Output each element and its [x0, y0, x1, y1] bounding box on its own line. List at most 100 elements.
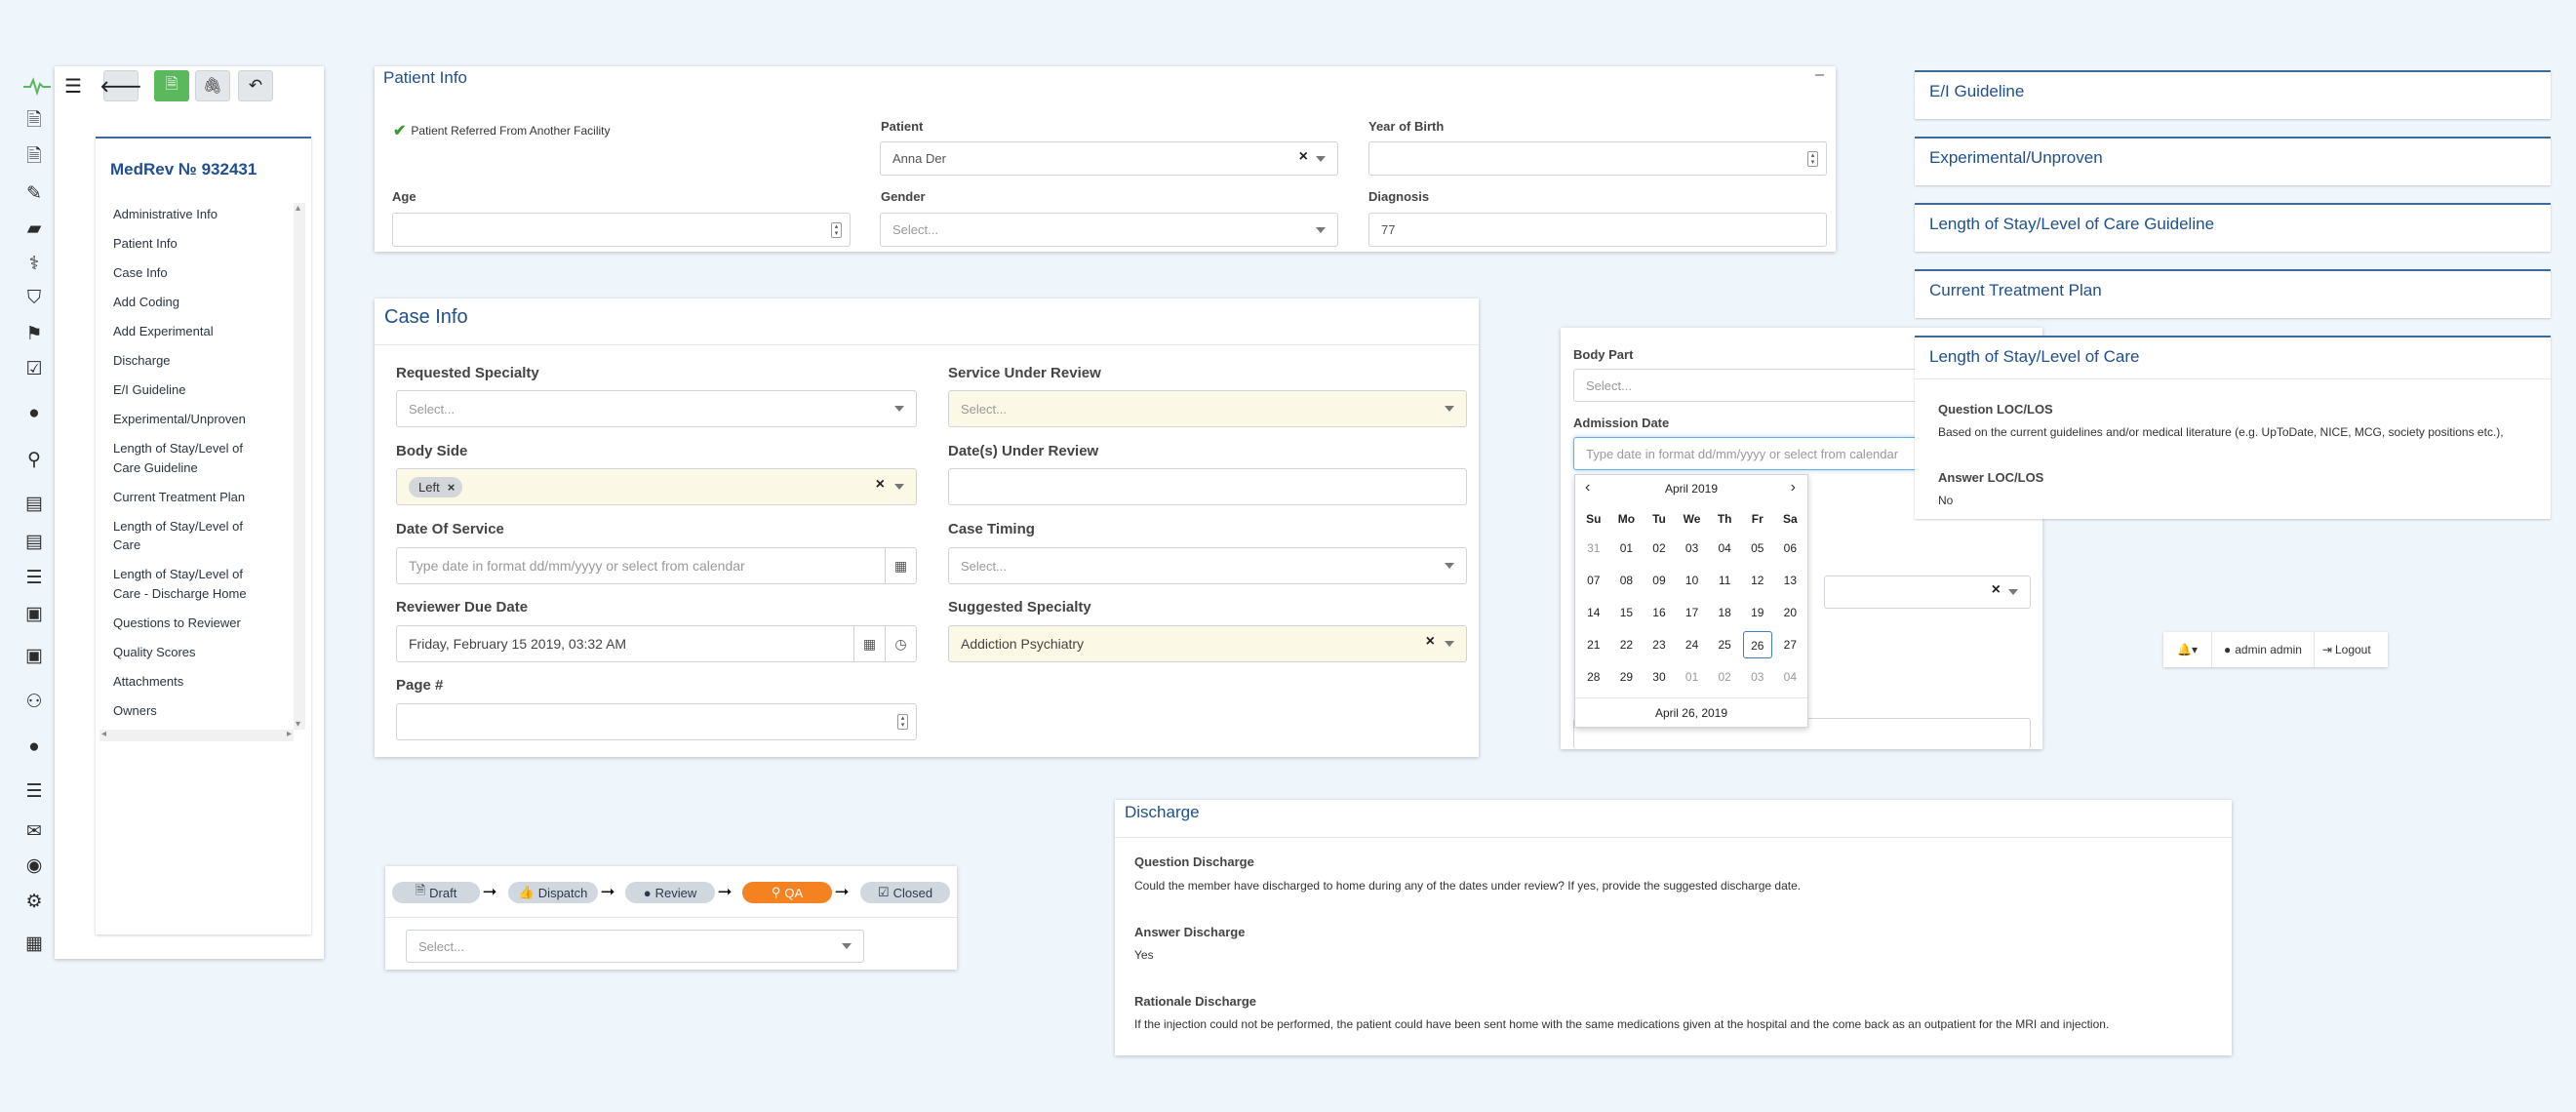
bell-icon[interactable]: 🔔▾: [2163, 632, 2212, 667]
body-side-select[interactable]: Left × ×: [396, 468, 917, 505]
calendar-day[interactable]: 25: [1708, 628, 1741, 660]
clear-specialty-icon[interactable]: ×: [1426, 633, 1435, 651]
calendar-day[interactable]: 01: [1676, 660, 1709, 693]
calendar-next[interactable]: ›: [1791, 479, 1796, 496]
admission-date-input[interactable]: Type date in format dd/mm/yyyy or select…: [1573, 437, 1944, 470]
inbox-icon[interactable]: ✉: [21, 819, 47, 843]
remove-tag-icon[interactable]: ×: [448, 480, 456, 495]
body-side-tag[interactable]: Left ×: [409, 476, 463, 497]
gender-select[interactable]: Select...: [880, 213, 1338, 247]
nav-los-discharge-line1[interactable]: Length of Stay/Level of: [113, 565, 289, 584]
stepper-icon[interactable]: ▴ ▾: [1807, 150, 1818, 167]
calendar-day[interactable]: 17: [1676, 596, 1709, 628]
calendar-day[interactable]: 02: [1708, 660, 1741, 693]
los-guideline-header[interactable]: Length of Stay/Level of Care Guideline: [1915, 203, 2551, 252]
ei-guideline-header[interactable]: E/I Guideline: [1915, 70, 2551, 119]
calendar-day[interactable]: 01: [1610, 532, 1644, 564]
nav-owners[interactable]: Owners: [113, 701, 289, 721]
calendar-day[interactable]: 21: [1577, 628, 1610, 660]
calendar-icon[interactable]: ▦: [885, 548, 916, 583]
calendar-day[interactable]: 03: [1741, 660, 1774, 693]
calendar-day[interactable]: 27: [1774, 628, 1807, 660]
nav-add-experimental[interactable]: Add Experimental: [113, 322, 289, 341]
step-dispatch[interactable]: 👍 Dispatch: [508, 882, 598, 903]
age-stepper-icon[interactable]: ▴ ▾: [831, 221, 842, 238]
nav-horizontal-scrollbar[interactable]: ◂ ▸: [99, 729, 294, 741]
calendar-day[interactable]: 22: [1610, 628, 1644, 660]
file-button[interactable]: 🗎: [154, 70, 189, 101]
chevron-down-icon[interactable]: [1316, 155, 1326, 162]
workflow-select[interactable]: Select...: [406, 930, 864, 963]
diagnosis-input[interactable]: 77: [1368, 213, 1827, 247]
calendar-day[interactable]: 29: [1610, 660, 1644, 693]
calendar-footer[interactable]: April 26, 2019: [1575, 697, 1807, 727]
dates-under-review-input[interactable]: [948, 468, 1467, 505]
nav-discharge[interactable]: Discharge: [113, 351, 289, 371]
scroll-up-icon[interactable]: ▴: [296, 203, 300, 214]
user-menu[interactable]: ● admin admin: [2212, 632, 2315, 667]
calendar-day[interactable]: 30: [1643, 660, 1676, 693]
globe-icon[interactable]: ◉: [21, 854, 47, 877]
stethoscope-icon[interactable]: ⚕: [21, 252, 47, 275]
age-input[interactable]: ▴ ▾: [392, 213, 851, 247]
nav-quality-scores[interactable]: Quality Scores: [113, 643, 289, 662]
scroll-right-icon[interactable]: ▸: [287, 729, 292, 739]
nav-questions-to-reviewer[interactable]: Questions to Reviewer: [113, 614, 289, 633]
nav-patient-info[interactable]: Patient Info: [113, 234, 289, 254]
chevron-down-icon[interactable]: [2008, 589, 2018, 595]
suggested-specialty-select[interactable]: Addiction Psychiatry ×: [948, 625, 1467, 662]
calendar-icon[interactable]: ▦: [853, 626, 885, 661]
user-md-icon[interactable]: ⚇: [21, 690, 47, 713]
chevron-down-icon[interactable]: [842, 943, 852, 949]
secondary-select[interactable]: ×: [1824, 576, 2031, 609]
experimental-header[interactable]: Experimental/Unproven: [1915, 137, 2551, 185]
document-icon[interactable]: 🗎: [21, 110, 47, 134]
nav-ei-guideline[interactable]: E/I Guideline: [113, 380, 289, 400]
nav-attachments[interactable]: Attachments: [113, 672, 289, 692]
calendar-day[interactable]: 28: [1577, 660, 1610, 693]
chevron-down-icon[interactable]: [1445, 406, 1454, 412]
requested-specialty-select[interactable]: Select...: [396, 390, 917, 427]
edit-icon[interactable]: ✎: [21, 181, 47, 205]
calendar-day[interactable]: 13: [1774, 564, 1807, 596]
step-qa[interactable]: ⚲ QA: [742, 882, 832, 903]
step-closed[interactable]: ☑ Closed: [860, 882, 950, 903]
user-icon-2[interactable]: ●: [21, 735, 47, 759]
nav-los-discharge-line2[interactable]: Care - Discharge Home: [113, 584, 289, 604]
app-logo-icon[interactable]: [23, 76, 51, 97]
clear-patient-icon[interactable]: ×: [1299, 148, 1308, 166]
page-number-input[interactable]: ▴ ▾: [396, 703, 917, 740]
reviewer-due-date-input[interactable]: Friday, February 15 2019, 03:32 AM ▦ ◷: [396, 625, 917, 662]
nav-experimental-unproven[interactable]: Experimental/Unproven: [113, 410, 289, 429]
collapse-button[interactable]: –: [1815, 66, 1824, 84]
nav-administrative-info[interactable]: Administrative Info: [113, 205, 289, 224]
chevron-down-icon[interactable]: [1445, 641, 1454, 647]
chevron-down-icon[interactable]: [1445, 563, 1454, 569]
date-of-service-input[interactable]: Type date in format dd/mm/yyyy or select…: [396, 547, 917, 584]
calendar-day-selected[interactable]: 26: [1741, 628, 1774, 660]
patient-select[interactable]: Anna Der ×: [880, 141, 1338, 176]
calendar-day[interactable]: 15: [1610, 596, 1644, 628]
calendar-day[interactable]: 03: [1676, 532, 1709, 564]
scroll-left-icon[interactable]: ◂: [101, 729, 106, 739]
nav-los-line2[interactable]: Care: [113, 536, 289, 555]
chevron-down-icon[interactable]: [1316, 226, 1326, 233]
menu-lines-icon[interactable]: ☰: [21, 779, 47, 803]
hamburger-icon[interactable]: ☰: [64, 74, 82, 99]
gear-icon[interactable]: ⚙: [21, 890, 47, 913]
calendar-day[interactable]: 19: [1741, 596, 1774, 628]
year-of-birth-input[interactable]: ▴ ▾: [1368, 141, 1827, 176]
nav-los-line1[interactable]: Length of Stay/Level of: [113, 517, 289, 536]
undo-button[interactable]: ↶: [238, 70, 273, 101]
checkbox-icon[interactable]: ☑: [21, 357, 47, 380]
user-icon[interactable]: ●: [21, 402, 47, 425]
calendar-day[interactable]: 02: [1643, 532, 1676, 564]
calendar-day[interactable]: 18: [1708, 596, 1741, 628]
attach-button[interactable]: 🖇: [195, 70, 230, 101]
calendar-day[interactable]: 09: [1643, 564, 1676, 596]
logout-button[interactable]: ⇥ Logout: [2315, 643, 2379, 656]
calendar-day[interactable]: 08: [1610, 564, 1644, 596]
nav-los-guideline-line1[interactable]: Length of Stay/Level of: [113, 439, 289, 458]
ambulance-icon[interactable]: ▰: [21, 217, 47, 240]
bars-icon[interactable]: ☰: [21, 566, 47, 589]
